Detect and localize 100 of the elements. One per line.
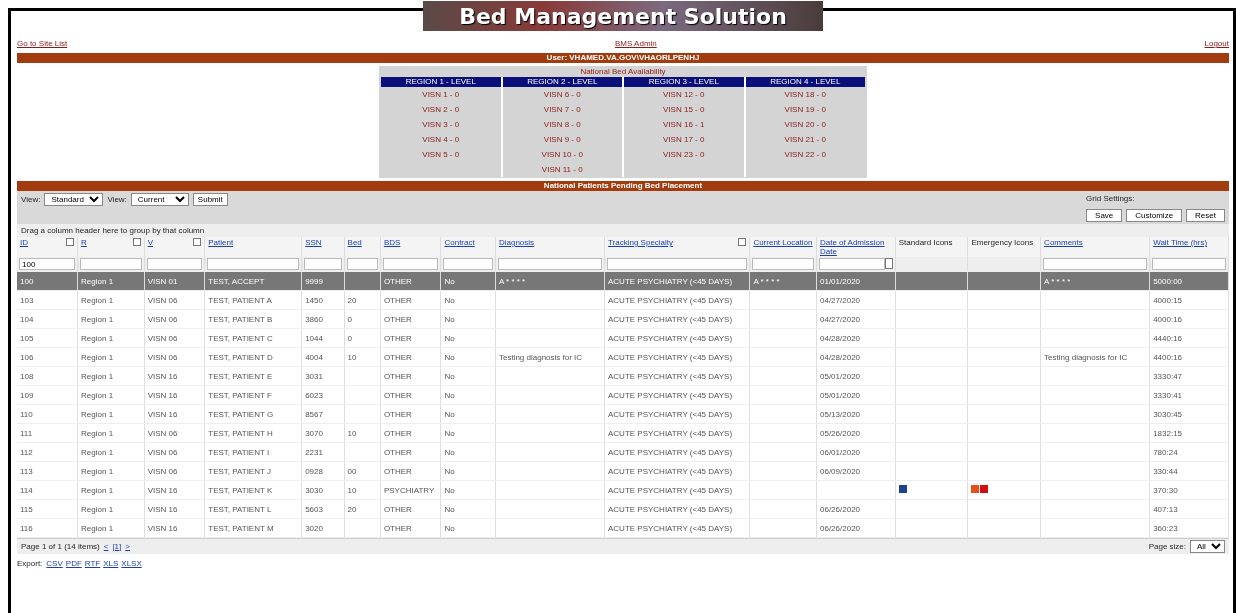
filter-menu-icon[interactable] (193, 238, 202, 246)
filter-field[interactable] (304, 258, 342, 270)
filter-field[interactable] (207, 258, 300, 270)
filter-field[interactable] (819, 258, 885, 270)
table-cell: VISN 06 (147, 428, 178, 438)
table-cell: VISN 06 (147, 447, 178, 457)
visn-availability: VISN 19 - 0 (783, 104, 827, 116)
region-header: REGION 1 - LEVEL (381, 77, 501, 87)
submit-button[interactable]: Submit (192, 193, 228, 206)
table-cell: ACUTE PSYCHIATRY (<45 DAYS) (608, 352, 733, 362)
filter-field[interactable] (607, 258, 748, 270)
table-cell: TEST, ACCEPT (208, 276, 265, 286)
date-picker-icon[interactable] (884, 258, 893, 269)
visn-availability: VISN 21 - 0 (783, 134, 827, 146)
table-cell: Region 1 (81, 447, 114, 457)
table-cell: TEST, PATIENT D (208, 352, 273, 362)
table-cell: TEST, PATIENT C (208, 333, 273, 343)
export-link[interactable]: CSV (46, 558, 63, 570)
table-cell: ACUTE PSYCHIATRY (<45 DAYS) (608, 447, 733, 457)
visn-availability: VISN 11 - 0 (540, 164, 584, 176)
filter-menu-icon[interactable] (132, 238, 141, 246)
filter-field[interactable] (1152, 258, 1226, 270)
table-cell: 05/26/2020 (820, 428, 861, 438)
export-link[interactable]: PDF (65, 558, 82, 570)
export-link[interactable]: XLS (103, 558, 119, 570)
table-cell: No (444, 504, 455, 514)
table-cell: No (444, 352, 455, 362)
grid-button[interactable]: Save (1086, 209, 1123, 222)
table-cell: TEST, PATIENT L (208, 504, 272, 514)
table-cell: 4000:16 (1153, 314, 1183, 324)
table-cell: ACUTE PSYCHIATRY (<45 DAYS) (608, 295, 733, 305)
table-cell: VISN 01 (147, 276, 178, 286)
filter-field[interactable] (443, 258, 493, 270)
table-cell: TEST, PATIENT I (208, 447, 270, 457)
table-cell: OTHER (383, 504, 412, 514)
table-cell: OTHER (383, 390, 412, 400)
table-cell: 114 (20, 485, 33, 495)
table-cell: VISN 16 (147, 523, 178, 533)
table-cell: Region 1 (81, 523, 114, 533)
page-link[interactable]: [1] (112, 540, 122, 553)
view-label: View: (107, 193, 127, 206)
filter-field[interactable] (752, 258, 814, 270)
table-cell: Region 1 (81, 314, 114, 324)
filter-field[interactable] (346, 258, 378, 270)
filter-field[interactable] (80, 258, 142, 270)
table-cell: 9999 (305, 276, 323, 286)
filter-field[interactable] (382, 258, 439, 270)
visn-availability: VISN 20 - 0 (783, 119, 827, 131)
table-cell: 3031 (305, 371, 323, 381)
table-cell: 04/28/2020 (820, 352, 861, 362)
table-cell: No (444, 466, 455, 476)
table-cell: OTHER (383, 371, 412, 381)
table-cell: OTHER (383, 276, 412, 286)
table-cell: ACUTE PSYCHIATRY (<45 DAYS) (608, 333, 733, 343)
table-cell: VISN 16 (147, 371, 178, 381)
table-cell: TEST, PATIENT E (208, 371, 273, 381)
table-cell: VISN 16 (147, 390, 178, 400)
table-cell: Region 1 (81, 295, 114, 305)
filter-field[interactable] (146, 258, 203, 270)
grid-button[interactable]: Customize (1126, 209, 1183, 222)
page-size-label: Page size: (1148, 540, 1186, 553)
visn-availability: VISN 2 - 0 (421, 104, 461, 116)
grid-button[interactable]: Reset (1186, 209, 1225, 222)
table-cell: ACUTE PSYCHIATRY (<45 DAYS) (608, 428, 733, 438)
nav-link[interactable]: BMS Admin (615, 39, 657, 49)
table-cell: 106 (20, 352, 34, 362)
table-cell: 111 (20, 428, 33, 438)
table-cell: OTHER (383, 333, 412, 343)
table-cell: 6023 (305, 390, 323, 400)
table-cell: 3070 (305, 428, 323, 438)
nav-link[interactable]: Logout (1204, 39, 1229, 49)
table-cell: 3330:47 (1153, 371, 1183, 381)
filter-field[interactable]: 100 (19, 258, 76, 270)
view-select[interactable]: Standard (44, 193, 104, 206)
nav-link[interactable]: Go to Site List (17, 39, 68, 49)
table-cell: TEST, PATIENT B (208, 314, 273, 324)
filter-field[interactable] (497, 258, 602, 270)
table-cell: OTHER (383, 466, 412, 476)
table-cell: ACUTE PSYCHIATRY (<45 DAYS) (608, 371, 733, 381)
view-select[interactable]: Current (130, 193, 189, 206)
table-cell: Region 1 (81, 485, 114, 495)
table-cell: No (444, 295, 455, 305)
prev-page-link[interactable]: < (103, 540, 109, 553)
table-cell: 10 (347, 485, 357, 495)
table-cell: 4000:15 (1153, 295, 1183, 305)
region-header: REGION 2 - LEVEL (502, 77, 622, 87)
export-link[interactable]: XLSX (121, 558, 142, 570)
table-cell: No (444, 371, 455, 381)
filter-menu-icon[interactable] (66, 238, 75, 246)
table-cell: No (444, 428, 455, 438)
table-cell: OTHER (383, 447, 412, 457)
page-size-select[interactable]: All (1190, 540, 1225, 553)
table-cell: 04/28/2020 (820, 333, 861, 343)
filter-menu-icon[interactable] (738, 238, 747, 246)
visn-availability: VISN 18 - 0 (783, 89, 827, 101)
visn-availability: VISN 9 - 0 (542, 134, 582, 146)
filter-field[interactable] (1043, 258, 1148, 270)
table-cell: VISN 16 (147, 485, 178, 495)
export-link[interactable]: RTF (84, 558, 101, 570)
next-page-link[interactable]: > (125, 540, 130, 553)
